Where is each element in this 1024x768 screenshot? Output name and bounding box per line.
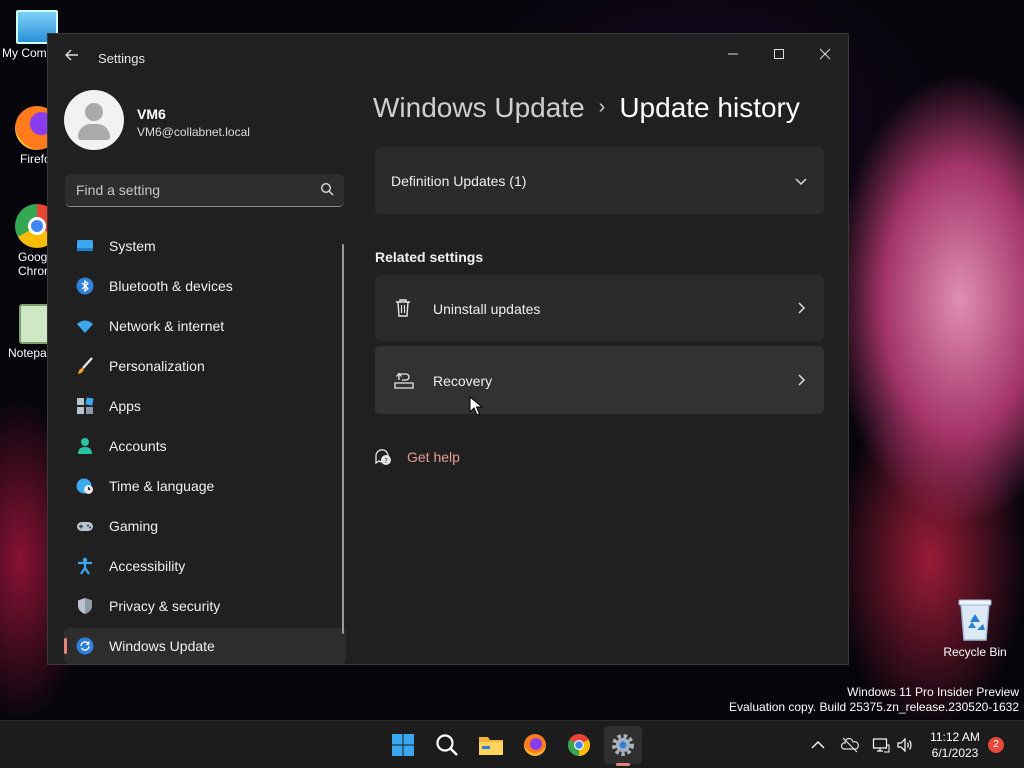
bluetooth-icon: [76, 277, 94, 295]
shield-icon: [78, 598, 92, 614]
sidebar-item-label: Apps: [109, 398, 141, 414]
apps-icon: [77, 397, 94, 414]
sidebar-item-label: Accounts: [109, 438, 167, 454]
sidebar-scrollbar[interactable]: [342, 244, 344, 634]
profile-name: VM6: [137, 106, 166, 122]
mouse-cursor-icon: [469, 396, 483, 416]
search-box[interactable]: [65, 174, 344, 207]
clock-date: 6/1/2023: [931, 746, 979, 760]
start-button[interactable]: [389, 731, 417, 759]
chevron-right-icon: ›: [598, 96, 606, 118]
sidebar-item-accessibility[interactable]: Accessibility: [64, 548, 346, 584]
settings-window: Settings VM6 VM6@collabnet.local System …: [47, 33, 849, 665]
wifi-icon: [77, 320, 93, 333]
breadcrumb-parent-link[interactable]: Windows Update: [373, 92, 585, 123]
onedrive-offline-icon[interactable]: [841, 736, 859, 754]
gamepad-icon: [77, 522, 93, 531]
title-bar[interactable]: Settings: [48, 34, 848, 82]
recycle-bin-icon: [958, 599, 992, 641]
person-icon: [78, 438, 92, 454]
avatar: [64, 90, 124, 150]
monitor-icon: [77, 240, 93, 251]
sidebar-item-label: Network & internet: [109, 318, 225, 334]
sidebar-item-gaming[interactable]: Gaming: [64, 508, 346, 544]
sidebar-item-time-language[interactable]: Time & language: [64, 468, 346, 504]
sidebar-item-label: Privacy & security: [109, 598, 221, 614]
close-icon: [819, 48, 831, 60]
trash-icon: [396, 299, 410, 317]
active-app-indicator: [616, 763, 630, 766]
globe-clock-icon: [76, 478, 93, 494]
arrow-left-icon: [65, 49, 78, 61]
minimize-icon: [728, 53, 738, 55]
uninstall-updates-button[interactable]: Uninstall updates: [375, 275, 824, 341]
search-input[interactable]: [65, 174, 305, 206]
evaluation-watermark: Windows 11 Pro Insider Preview Evaluatio…: [729, 685, 1019, 715]
page-title: Update history: [619, 92, 800, 123]
recovery-button[interactable]: Recovery: [375, 346, 824, 414]
sidebar-item-label: Bluetooth & devices: [109, 278, 233, 294]
chevron-down-icon[interactable]: [794, 174, 808, 188]
sidebar-item-system[interactable]: System: [64, 228, 346, 264]
sidebar-item-windows-update[interactable]: Windows Update: [64, 628, 346, 664]
notification-badge[interactable]: 2: [988, 737, 1004, 753]
related-settings-heading: Related settings: [375, 249, 484, 265]
maximize-icon: [774, 49, 784, 59]
volume-icon[interactable]: [896, 736, 914, 754]
maximize-button[interactable]: [756, 40, 802, 70]
update-icon: [76, 637, 94, 655]
search-icon[interactable]: [320, 182, 334, 196]
breadcrumb: Windows Update › Update history: [373, 92, 800, 124]
sidebar-item-apps[interactable]: Apps: [64, 388, 346, 424]
sidebar-item-label: Accessibility: [109, 558, 186, 574]
profile-email: VM6@collabnet.local: [137, 125, 250, 139]
sidebar-item-label: Gaming: [109, 518, 159, 534]
definition-updates-expander[interactable]: Definition Updates (1): [375, 147, 824, 214]
firefox-icon[interactable]: [521, 731, 549, 759]
recovery-icon: [394, 372, 414, 389]
sidebar-item-label: Windows Update: [109, 638, 215, 654]
network-icon[interactable]: [872, 736, 890, 754]
watermark-line-2: Evaluation copy. Build 25375.zn_release.…: [729, 700, 1019, 714]
sidebar-item-accounts[interactable]: Accounts: [64, 428, 346, 464]
settings-gear-icon[interactable]: [609, 731, 637, 759]
sidebar-item-label: Time & language: [109, 478, 215, 494]
recycle-bin-label: Recycle Bin: [943, 645, 1007, 659]
taskbar: 11:12 AM 6/1/2023 2: [0, 720, 1024, 768]
app-title: Settings: [98, 51, 145, 66]
brush-icon: [78, 357, 93, 374]
minimize-button[interactable]: [710, 40, 756, 70]
close-button[interactable]: [802, 40, 848, 70]
accessibility-icon: [78, 557, 92, 575]
sidebar-nav: System Bluetooth & devices Network & int…: [64, 228, 346, 668]
clock-time: 11:12 AM: [930, 730, 980, 744]
svg-text:?: ?: [384, 457, 388, 465]
definition-updates-label: Definition Updates (1): [391, 173, 527, 189]
chevron-up-icon[interactable]: [809, 736, 827, 754]
help-chat-icon: ?: [375, 449, 391, 465]
uninstall-updates-label: Uninstall updates: [433, 301, 541, 317]
desktop-icon-label: Goog Chron: [18, 250, 51, 278]
chevron-right-icon: [798, 374, 806, 386]
desktop-icon-recycle-bin[interactable]: Recycle Bin: [942, 596, 1008, 659]
sidebar-item-network[interactable]: Network & internet: [64, 308, 346, 344]
chevron-right-icon: [798, 302, 806, 314]
sidebar-item-label: Personalization: [109, 358, 205, 374]
system-clock[interactable]: 11:12 AM 6/1/2023: [920, 729, 990, 761]
search-icon[interactable]: [433, 731, 461, 759]
chrome-icon[interactable]: [565, 731, 593, 759]
sidebar-item-personalization[interactable]: Personalization: [64, 348, 346, 384]
get-help-link[interactable]: Get help: [407, 449, 460, 465]
recovery-label: Recovery: [433, 373, 493, 389]
sidebar-item-bluetooth[interactable]: Bluetooth & devices: [64, 268, 346, 304]
sidebar-item-privacy-security[interactable]: Privacy & security: [64, 588, 346, 624]
sidebar-item-label: System: [109, 238, 156, 254]
watermark-line-1: Windows 11 Pro Insider Preview: [847, 685, 1019, 699]
back-button[interactable]: [62, 48, 82, 68]
file-explorer-icon[interactable]: [477, 731, 505, 759]
